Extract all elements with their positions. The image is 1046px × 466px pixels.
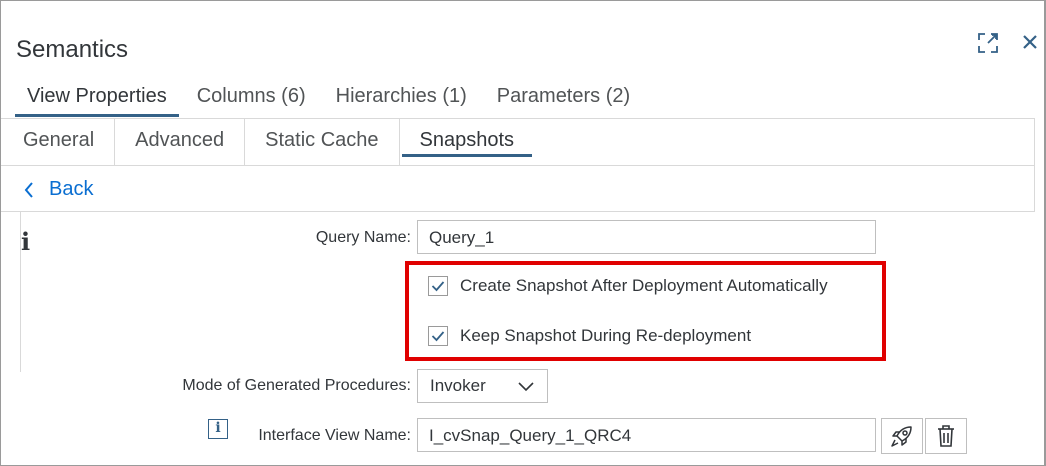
subtab-general[interactable]: General [1,119,116,166]
back-bar: Back [1,166,1035,212]
information-icon[interactable]: i [21,227,30,256]
keep-snapshot-checkbox[interactable] [428,326,448,346]
keep-snapshot-checkbox-row[interactable]: Keep Snapshot During Re-deployment [428,326,751,346]
create-snapshot-label: Create Snapshot After Deployment Automat… [460,276,828,295]
panel-title: Semantics [16,36,129,63]
mode-select[interactable]: Invoker [417,369,548,403]
chevron-down-icon [518,382,534,392]
info-icon[interactable]: i [208,419,228,439]
tab-parameters[interactable]: Parameters (2) [485,81,642,117]
rocket-button[interactable] [881,418,923,454]
subtab-static-cache[interactable]: Static Cache [245,119,400,166]
rocket-icon [891,426,912,447]
tab-view-properties[interactable]: View Properties [15,81,179,117]
close-icon[interactable] [1019,31,1043,55]
interface-view-label: Interface View Name: [258,427,411,444]
main-tab-bar: View Properties Columns (6) Hierarchies … [15,81,648,117]
sub-tab-bar: General Advanced Static Cache Snapshots [1,118,1035,166]
chevron-left-icon [24,181,33,198]
back-link[interactable]: Back [23,178,93,201]
checkmark-icon [431,331,445,342]
checkmark-icon [431,281,445,292]
mode-value: Invoker [430,376,486,395]
expand-icon[interactable] [976,31,1000,55]
left-gutter [1,212,21,372]
subtab-advanced[interactable]: Advanced [115,119,246,166]
delete-button[interactable] [925,418,967,454]
back-label: Back [49,178,94,200]
query-name-input[interactable]: Query_1 [417,220,876,254]
keep-snapshot-label: Keep Snapshot During Re-deployment [460,326,752,345]
interface-view-input[interactable]: I_cvSnap_Query_1_QRC4 [417,418,876,452]
trash-icon [938,425,954,447]
mode-label: Mode of Generated Procedures: [182,377,411,394]
create-snapshot-checkbox[interactable] [428,276,448,296]
tab-columns[interactable]: Columns (6) [185,81,318,117]
subtab-snapshots[interactable]: Snapshots [400,119,535,166]
tab-hierarchies[interactable]: Hierarchies (1) [324,81,479,117]
semantics-panel: Semantics View Properties Columns (6) Hi… [0,0,1046,466]
create-snapshot-checkbox-row[interactable]: Create Snapshot After Deployment Automat… [428,276,828,296]
query-name-label: Query Name: [315,229,411,246]
